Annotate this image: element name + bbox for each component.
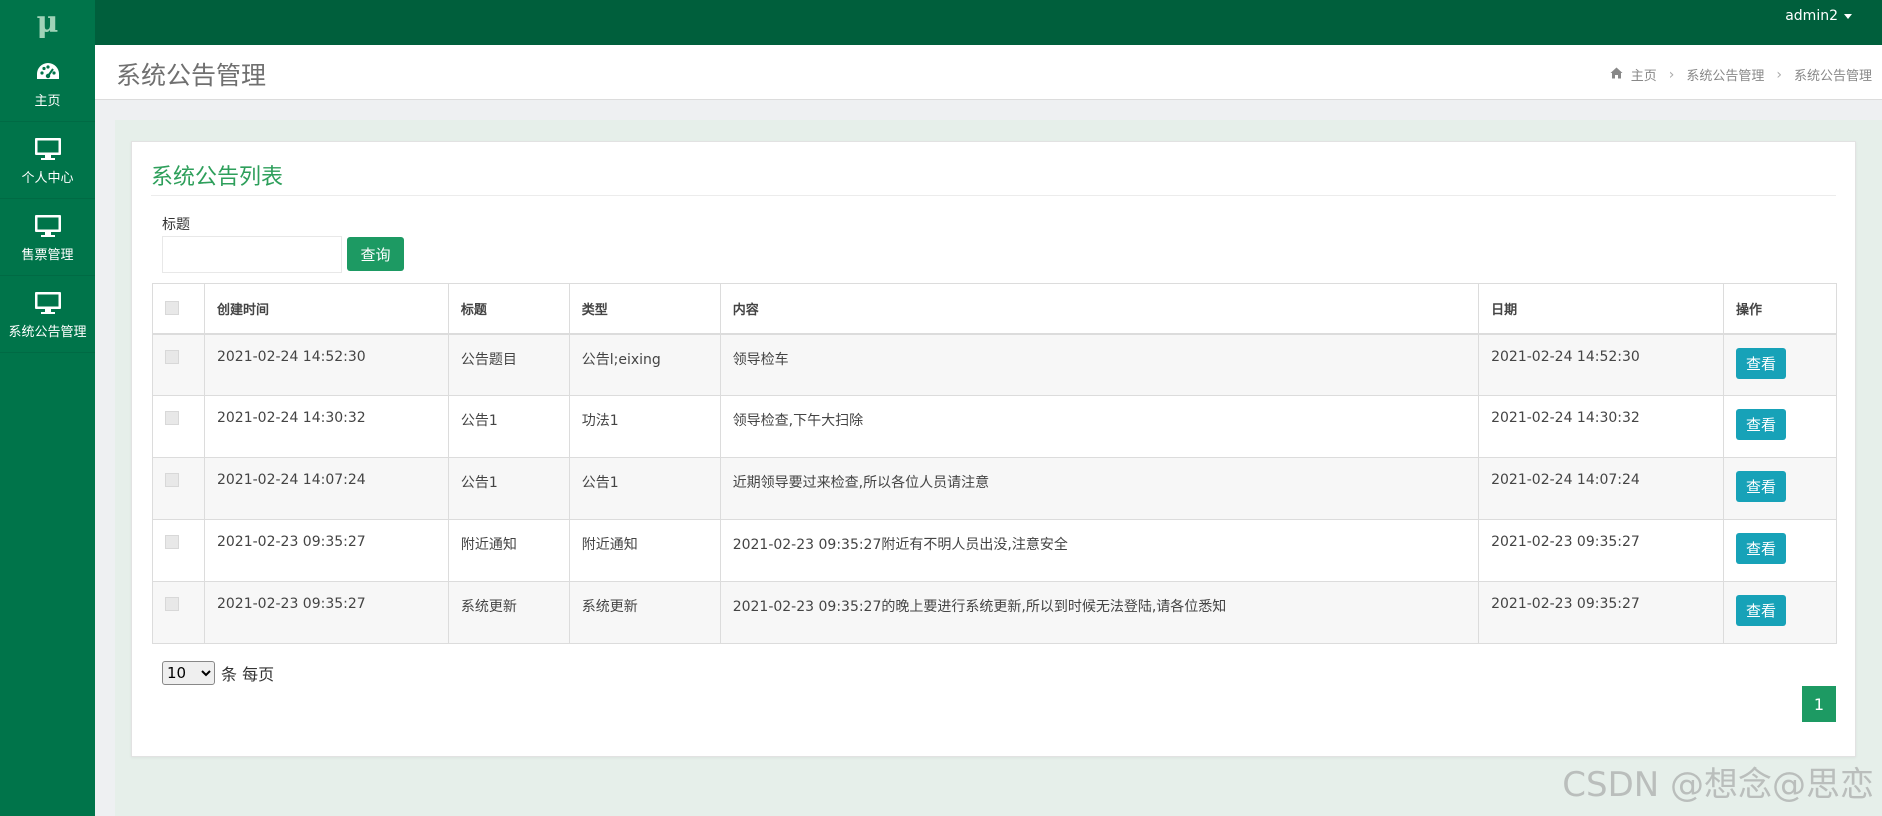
chevron-right-icon: › [1668, 66, 1675, 83]
content-cell: 领导检查,下午大扫除 [719, 395, 1480, 458]
announcement-list-panel: 系统公告列表 标题 查询 创建时间 标题 类型 内容 日期 操作 2021-02… [131, 141, 1856, 757]
row-checkbox[interactable] [165, 349, 179, 364]
type-cell: 功法1 [568, 395, 721, 458]
type-cell: 公告1 [568, 457, 721, 520]
table-row: 2021-02-24 14:07:24 公告1 公告1 近期领导要过来检查,所以… [152, 457, 1838, 520]
created-time-cell: 2021-02-24 14:30:32 [203, 395, 449, 458]
home-icon [1610, 67, 1623, 83]
action-cell: 查看 [1722, 333, 1838, 396]
checkbox-cell [152, 333, 205, 396]
column-header[interactable]: 类型 [568, 283, 721, 335]
column-header[interactable]: 内容 [719, 283, 1480, 335]
page-title: 系统公告管理 [116, 61, 267, 90]
title-cell: 附近通知 [447, 519, 570, 582]
date-cell: 2021-02-24 14:52:30 [1478, 333, 1724, 396]
table-row: 2021-02-24 14:30:32 公告1 功法1 领导检查,下午大扫除 2… [152, 395, 1838, 458]
monitor-icon [33, 135, 63, 163]
view-button[interactable]: 查看 [1735, 595, 1786, 626]
logo-text: μ [36, 5, 59, 40]
column-header[interactable]: 标题 [447, 283, 570, 335]
title-search-input[interactable] [162, 236, 342, 273]
content-cell: 2021-02-23 09:35:27附近有不明人员出没,注意安全 [719, 519, 1480, 582]
select-all-cell [152, 283, 205, 335]
sidebar-item-personal-center[interactable]: 个人中心 [0, 122, 95, 199]
caret-down-icon [1844, 13, 1852, 19]
type-cell: 附近通知 [568, 519, 721, 582]
type-cell: 公告l;eixing [568, 333, 721, 396]
action-cell: 查看 [1722, 581, 1838, 644]
checkbox-cell [152, 395, 205, 458]
page-size-select[interactable]: 10 [162, 661, 215, 685]
title-cell: 公告1 [447, 395, 570, 458]
table-row: 2021-02-23 09:35:27 系统更新 系统更新 2021-02-23… [152, 581, 1838, 644]
created-time-cell: 2021-02-24 14:07:24 [203, 457, 449, 520]
checkbox-cell [152, 581, 205, 644]
sidebar-item-label: 主页 [34, 93, 61, 109]
action-cell: 查看 [1722, 395, 1838, 458]
monitor-icon [33, 289, 63, 317]
sidebar-item-label: 个人中心 [21, 170, 74, 186]
table-row: 2021-02-24 14:52:30 公告题目 公告l;eixing 领导检车… [152, 333, 1838, 396]
chevron-right-icon: › [1776, 66, 1782, 83]
view-button[interactable]: 查看 [1735, 347, 1786, 379]
divider [151, 195, 1836, 196]
breadcrumb: 主页 › 系统公告管理 › 系统公告管理 [1610, 65, 1872, 84]
sidebar: 主页 个人中心 售票管理 系统公告管理 [0, 45, 95, 816]
row-checkbox[interactable] [165, 473, 179, 487]
type-cell: 系统更新 [568, 581, 721, 644]
page-header: 系统公告管理 主页 › 系统公告管理 › 系统公告管理 [95, 45, 1882, 100]
announcement-table: 创建时间 标题 类型 内容 日期 操作 2021-02-24 14:52:30 … [152, 283, 1838, 644]
view-button[interactable]: 查看 [1735, 471, 1786, 502]
row-checkbox[interactable] [165, 411, 179, 425]
action-cell: 查看 [1722, 457, 1838, 520]
view-button[interactable]: 查看 [1735, 533, 1786, 564]
page-size-control: 10 条 每页 [162, 661, 274, 685]
sidebar-item-label: 系统公告管理 [8, 324, 87, 340]
app-logo[interactable]: μ [0, 0, 95, 45]
created-time-cell: 2021-02-24 14:52:30 [203, 333, 449, 396]
pagination-page-1[interactable]: 1 [1802, 686, 1836, 722]
top-bar: μ admin2 [0, 0, 1882, 45]
sidebar-item-label: 售票管理 [21, 247, 74, 263]
content-cell: 近期领导要过来检查,所以各位人员请注意 [719, 457, 1480, 520]
sidebar-item-ticket-management[interactable]: 售票管理 [0, 199, 95, 276]
column-header[interactable]: 创建时间 [203, 283, 449, 335]
panel-title: 系统公告列表 [151, 165, 284, 190]
created-time-cell: 2021-02-23 09:35:27 [203, 581, 449, 644]
view-button[interactable]: 查看 [1735, 409, 1786, 440]
column-header: 操作 [1722, 283, 1838, 335]
sidebar-item-home[interactable]: 主页 [0, 45, 95, 122]
username: admin2 [1785, 8, 1838, 24]
row-checkbox[interactable] [165, 597, 179, 611]
sidebar-item-announcement-management[interactable]: 系统公告管理 [0, 276, 95, 353]
row-checkbox[interactable] [165, 535, 179, 549]
created-time-cell: 2021-02-23 09:35:27 [203, 519, 449, 582]
checkbox-cell [152, 519, 205, 582]
content-cell: 领导检车 [719, 333, 1480, 396]
monitor-icon [33, 212, 63, 240]
content-cell: 2021-02-23 09:35:27的晚上要进行系统更新,所以到时候无法登陆,… [719, 581, 1480, 644]
title-cell: 公告题目 [447, 333, 570, 396]
action-cell: 查看 [1722, 519, 1838, 582]
date-cell: 2021-02-24 14:07:24 [1478, 457, 1724, 520]
dashboard-icon [33, 58, 63, 86]
watermark: CSDN @想念@思恋 [1562, 765, 1874, 805]
title-cell: 系统更新 [447, 581, 570, 644]
breadcrumb-item[interactable]: 系统公告管理 [1686, 65, 1764, 84]
search-label: 标题 [162, 217, 190, 233]
date-cell: 2021-02-24 14:30:32 [1478, 395, 1724, 458]
breadcrumb-current: 系统公告管理 [1793, 69, 1872, 84]
checkbox-cell [152, 457, 205, 520]
table-row: 2021-02-23 09:35:27 附近通知 附近通知 2021-02-23… [152, 519, 1838, 582]
query-button[interactable]: 查询 [347, 237, 404, 271]
breadcrumb-home[interactable]: 主页 [1631, 65, 1657, 84]
page-size-suffix: 条 每页 [221, 665, 275, 684]
column-header[interactable]: 日期 [1478, 283, 1724, 335]
title-cell: 公告1 [447, 457, 570, 520]
table-header-row: 创建时间 标题 类型 内容 日期 操作 [152, 283, 1838, 335]
user-menu[interactable]: admin2 [1785, 8, 1852, 24]
date-cell: 2021-02-23 09:35:27 [1478, 581, 1724, 644]
date-cell: 2021-02-23 09:35:27 [1478, 519, 1724, 582]
select-all-checkbox[interactable] [165, 301, 179, 316]
